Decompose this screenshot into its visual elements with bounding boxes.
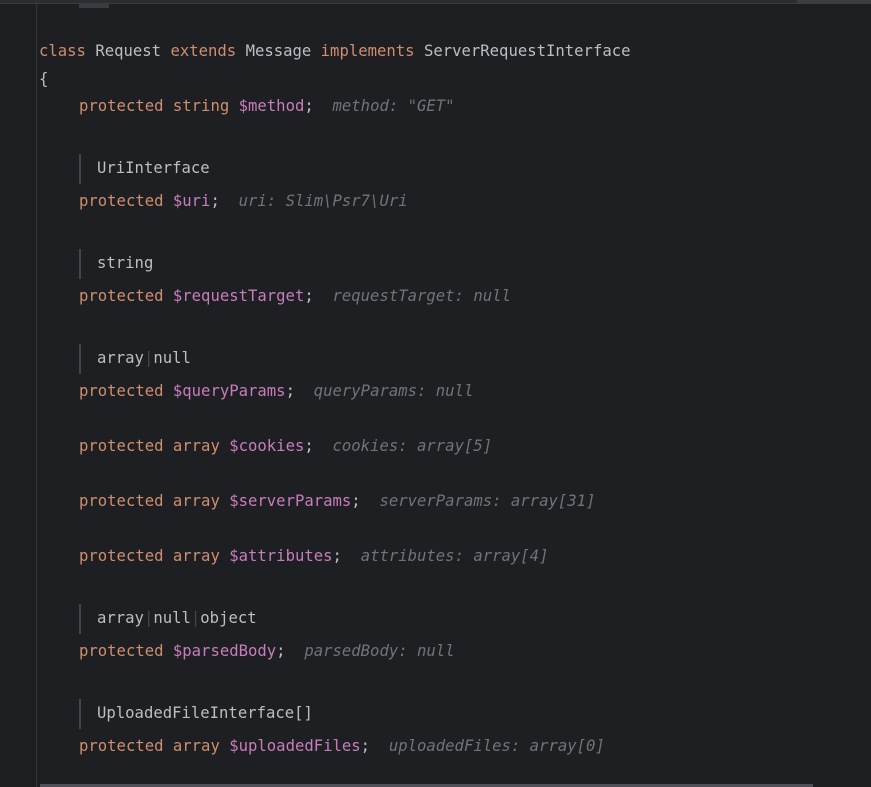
modifier: protected xyxy=(79,97,164,115)
inlay-value-hint: requestTarget: null xyxy=(332,287,511,305)
interface-name: ServerRequestInterface xyxy=(423,42,631,60)
type-hint: array xyxy=(172,737,220,755)
semicolon: ; xyxy=(360,737,371,755)
doc-comment-parsed-body[interactable]: array|null|object xyxy=(79,604,257,634)
property-name: $method xyxy=(238,97,305,115)
type-hint: array xyxy=(172,547,220,565)
modifier: protected xyxy=(79,192,164,210)
doc-type: array xyxy=(97,609,144,627)
doc-type: null xyxy=(153,609,191,627)
property-name: $serverParams xyxy=(229,492,352,510)
property-line-cookies[interactable]: protected array $cookies; cookies: array… xyxy=(79,435,492,457)
semicolon: ; xyxy=(304,287,314,305)
doc-type: string xyxy=(97,254,154,272)
modifier: protected xyxy=(79,547,164,565)
modifier: protected xyxy=(79,287,164,305)
property-name: $attributes xyxy=(229,547,333,565)
class-declaration-line[interactable]: class Request extends Message implements… xyxy=(39,40,631,62)
doc-type: array xyxy=(97,349,144,367)
inlay-value-hint: parsedBody: null xyxy=(304,642,455,660)
keyword-extends: extends xyxy=(170,42,237,60)
semicolon: ; xyxy=(351,492,361,510)
property-line-server-params[interactable]: protected array $serverParams; serverPar… xyxy=(79,490,595,512)
doc-type: UriInterface xyxy=(97,159,210,177)
doc-comment-uploaded-files[interactable]: UploadedFileInterface[] xyxy=(79,699,313,729)
parent-class: Message xyxy=(245,42,312,60)
property-line-method[interactable]: protected string $method; method: "GET" xyxy=(79,95,455,117)
open-brace: { xyxy=(39,70,49,88)
semicolon: ; xyxy=(304,97,314,115)
inlay-value-hint: uri: Slim\Psr7\Uri xyxy=(238,192,408,210)
property-line-uploaded-files[interactable]: protected array $uploadedFiles; uploaded… xyxy=(79,735,605,757)
doc-comment-uri[interactable]: UriInterface xyxy=(79,154,210,184)
property-name: $uploadedFiles xyxy=(229,737,361,755)
type-hint: string xyxy=(172,97,230,115)
modifier: protected xyxy=(79,492,164,510)
semicolon: ; xyxy=(210,192,220,210)
semicolon: ; xyxy=(285,382,295,400)
code-editor[interactable]: class Request extends Message implements… xyxy=(0,0,871,787)
doc-type: object xyxy=(200,609,257,627)
keyword-class: class xyxy=(39,42,86,60)
inlay-value-hint: uploadedFiles: array[0] xyxy=(388,737,605,755)
doc-type-separator: | xyxy=(143,349,154,367)
gutter-border xyxy=(36,0,37,787)
doc-type: UploadedFileInterface[] xyxy=(97,704,313,722)
fold-marker[interactable] xyxy=(79,4,109,8)
inlay-value-hint: queryParams: null xyxy=(313,382,474,400)
property-line-uri[interactable]: protected $uri; uri: Slim\Psr7\Uri xyxy=(79,190,408,212)
class-name: Request xyxy=(95,42,162,60)
property-line-attributes[interactable]: protected array $attributes; attributes:… xyxy=(79,545,548,567)
type-hint: array xyxy=(172,492,220,510)
doc-comment-query-params[interactable]: array|null xyxy=(79,344,191,374)
modifier: protected xyxy=(79,437,164,455)
property-name: $queryParams xyxy=(172,382,286,400)
doc-type-separator: | xyxy=(190,609,201,627)
keyword-implements: implements xyxy=(320,42,415,60)
modifier: protected xyxy=(79,737,164,755)
doc-type: null xyxy=(153,349,191,367)
semicolon: ; xyxy=(304,437,314,455)
semicolon: ; xyxy=(332,547,342,565)
editor-top-right-strip xyxy=(797,0,871,3)
inlay-value-hint: method: "GET" xyxy=(332,97,455,115)
property-name: $cookies xyxy=(229,437,305,455)
modifier: protected xyxy=(79,642,164,660)
semicolon: ; xyxy=(276,642,286,660)
property-name: $requestTarget xyxy=(172,287,305,305)
modifier: protected xyxy=(79,382,164,400)
property-name: $uri xyxy=(172,192,211,210)
type-hint: array xyxy=(172,437,220,455)
inlay-value-hint: cookies: array[5] xyxy=(332,437,493,455)
open-brace-line[interactable]: { xyxy=(39,68,48,90)
property-name: $parsedBody xyxy=(172,642,277,660)
property-line-query-params[interactable]: protected $queryParams; queryParams: nul… xyxy=(79,380,473,402)
editor-top-border xyxy=(0,0,871,4)
property-line-request-target[interactable]: protected $requestTarget; requestTarget:… xyxy=(79,285,511,307)
inlay-value-hint: attributes: array[4] xyxy=(360,547,549,565)
property-line-parsed-body[interactable]: protected $parsedBody; parsedBody: null xyxy=(79,640,455,662)
inlay-value-hint: serverParams: array[31] xyxy=(379,492,596,510)
doc-comment-request-target[interactable]: string xyxy=(79,249,153,279)
doc-type-separator: | xyxy=(143,609,154,627)
